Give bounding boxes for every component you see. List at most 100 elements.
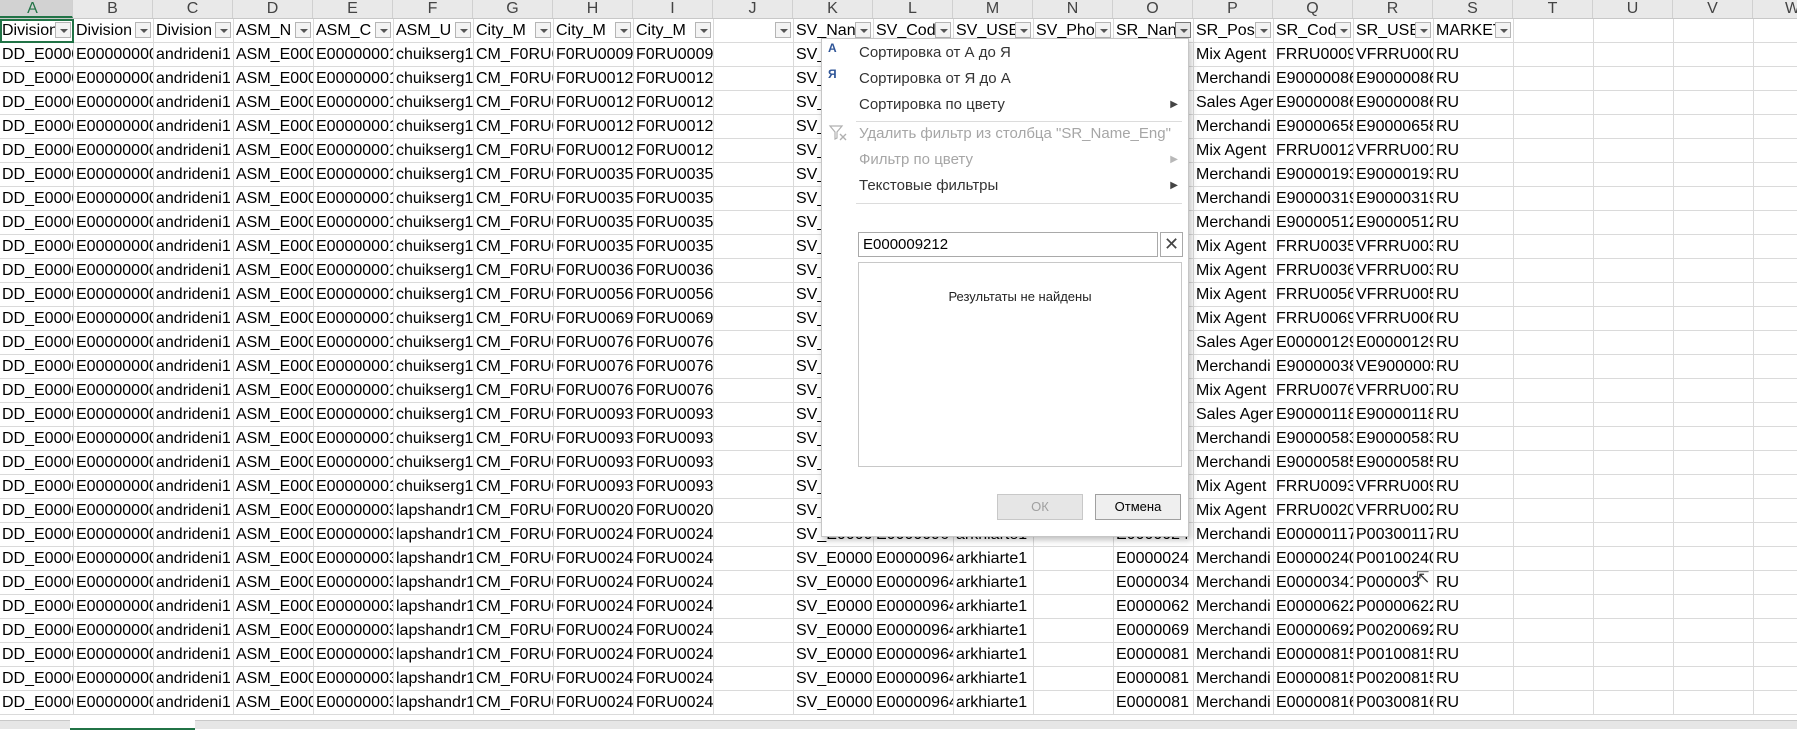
table-cell[interactable]: E90000583 bbox=[1274, 427, 1354, 451]
table-cell[interactable]: chuikserg1 bbox=[394, 139, 474, 163]
empty-cell[interactable] bbox=[1754, 427, 1797, 451]
table-cell[interactable]: E90000319 bbox=[1274, 187, 1354, 211]
table-cell[interactable]: E00000001 bbox=[314, 331, 394, 355]
table-cell[interactable]: F0RU0036 bbox=[554, 259, 634, 283]
filter-search-input[interactable] bbox=[859, 233, 1137, 256]
column-letter-u[interactable]: U bbox=[1593, 0, 1673, 18]
table-cell[interactable]: E0000034 bbox=[1114, 571, 1194, 595]
table-cell[interactable]: P00300816 bbox=[1354, 691, 1434, 715]
empty-cell[interactable] bbox=[1514, 139, 1594, 163]
table-cell[interactable]: Sales Agen bbox=[1194, 331, 1274, 355]
column-letter-s[interactable]: S bbox=[1433, 0, 1513, 18]
empty-cell[interactable] bbox=[1674, 19, 1754, 43]
table-cell[interactable]: ASM_E000 bbox=[234, 259, 314, 283]
clear-search-button[interactable]: ✕ bbox=[1160, 232, 1183, 257]
table-cell[interactable]: E00000000 bbox=[74, 691, 154, 715]
empty-cell[interactable] bbox=[1674, 595, 1754, 619]
column-letter-p[interactable]: P bbox=[1193, 0, 1273, 18]
empty-cell[interactable] bbox=[1514, 547, 1594, 571]
table-cell[interactable]: F0RU0024N1 bbox=[634, 667, 714, 691]
empty-cell[interactable] bbox=[1594, 595, 1674, 619]
table-cell[interactable]: F0RU0035M1 bbox=[634, 163, 714, 187]
table-cell[interactable]: VFRRU003 bbox=[1354, 235, 1434, 259]
table-cell[interactable]: E90000658 bbox=[1354, 115, 1434, 139]
table-cell[interactable]: andrideni1 bbox=[154, 259, 234, 283]
empty-cell[interactable] bbox=[1514, 211, 1594, 235]
column-letter-t[interactable]: T bbox=[1513, 0, 1593, 18]
table-cell[interactable]: F0RU0024 bbox=[554, 523, 634, 547]
table-cell[interactable]: CM_F0RU0 bbox=[474, 163, 554, 187]
empty-cell[interactable] bbox=[1594, 259, 1674, 283]
table-cell[interactable]: E00000964 bbox=[874, 691, 954, 715]
empty-cell[interactable] bbox=[1674, 427, 1754, 451]
empty-cell[interactable] bbox=[1594, 331, 1674, 355]
table-cell[interactable]: E00000000 bbox=[74, 307, 154, 331]
empty-cell[interactable] bbox=[1754, 91, 1797, 115]
empty-cell[interactable] bbox=[1754, 211, 1797, 235]
table-cell[interactable]: DD_E0000 bbox=[0, 379, 74, 403]
filter-dropdown-button[interactable] bbox=[935, 22, 951, 38]
table-cell[interactable]: CM_F0RU0 bbox=[474, 475, 554, 499]
empty-cell[interactable] bbox=[1674, 331, 1754, 355]
table-cell[interactable]: E90000512 bbox=[1354, 211, 1434, 235]
table-cell[interactable]: E00000003 bbox=[314, 547, 394, 571]
empty-cell[interactable] bbox=[1594, 355, 1674, 379]
empty-cell[interactable] bbox=[1514, 619, 1594, 643]
table-cell[interactable]: E00000003 bbox=[314, 571, 394, 595]
empty-cell[interactable] bbox=[1594, 667, 1674, 691]
table-cell[interactable]: F0RU0093 bbox=[554, 403, 634, 427]
text-filters-item[interactable]: Текстовые фильтры ▶ bbox=[822, 172, 1188, 200]
table-cell[interactable]: Merchandi bbox=[1194, 691, 1274, 715]
table-cell[interactable]: lapshandr1 bbox=[394, 523, 474, 547]
empty-cell[interactable] bbox=[1594, 643, 1674, 667]
empty-cell[interactable] bbox=[1594, 451, 1674, 475]
empty-cell[interactable] bbox=[1514, 523, 1594, 547]
table-cell[interactable]: Merchandi bbox=[1194, 187, 1274, 211]
table-cell[interactable]: chuikserg1 bbox=[394, 427, 474, 451]
filter-dropdown-button[interactable] bbox=[1495, 22, 1511, 38]
table-cell[interactable]: F0RU0093 bbox=[554, 475, 634, 499]
table-cell[interactable]: andrideni1 bbox=[154, 451, 234, 475]
table-cell[interactable]: ASM_E000 bbox=[234, 379, 314, 403]
empty-cell[interactable] bbox=[1514, 283, 1594, 307]
table-cell[interactable]: CM_F0RU0 bbox=[474, 427, 554, 451]
table-cell[interactable]: E00000003 bbox=[314, 499, 394, 523]
table-cell[interactable]: E00000000 bbox=[74, 211, 154, 235]
empty-cell[interactable] bbox=[1594, 619, 1674, 643]
table-cell[interactable]: E00000240 bbox=[1274, 547, 1354, 571]
table-cell[interactable]: E90000583 bbox=[1354, 427, 1434, 451]
table-cell[interactable]: E90000658 bbox=[1274, 115, 1354, 139]
empty-cell[interactable] bbox=[1594, 283, 1674, 307]
table-cell[interactable]: F0RU0012M1 bbox=[634, 67, 714, 91]
empty-cell[interactable] bbox=[1754, 667, 1797, 691]
table-cell[interactable]: chuikserg1 bbox=[394, 259, 474, 283]
table-cell[interactable]: chuikserg1 bbox=[394, 403, 474, 427]
table-cell[interactable]: F0RU0024N1 bbox=[634, 571, 714, 595]
table-cell[interactable]: F0RU0024 bbox=[554, 691, 634, 715]
table-cell[interactable]: chuikserg1 bbox=[394, 211, 474, 235]
table-cell[interactable]: FRRU0036 bbox=[1274, 259, 1354, 283]
header-cell[interactable]: SR_Cod bbox=[1274, 19, 1354, 43]
table-cell[interactable]: andrideni1 bbox=[154, 211, 234, 235]
table-cell[interactable]: ASM_E000 bbox=[234, 691, 314, 715]
empty-cell[interactable] bbox=[1594, 427, 1674, 451]
table-cell[interactable]: P00000622 bbox=[1354, 595, 1434, 619]
table-cell[interactable]: andrideni1 bbox=[154, 595, 234, 619]
table-cell[interactable]: Merchandi bbox=[1194, 355, 1274, 379]
empty-cell[interactable] bbox=[1514, 43, 1594, 67]
table-cell[interactable] bbox=[714, 187, 794, 211]
table-cell[interactable]: F0RU0024N1 bbox=[634, 643, 714, 667]
table-cell[interactable]: RU bbox=[1434, 91, 1514, 115]
table-cell[interactable]: CM_F0RU0 bbox=[474, 331, 554, 355]
table-cell[interactable]: DD_E0000 bbox=[0, 211, 74, 235]
table-cell[interactable]: E00000000 bbox=[74, 667, 154, 691]
empty-cell[interactable] bbox=[1594, 139, 1674, 163]
table-cell[interactable]: RU bbox=[1434, 115, 1514, 139]
table-cell[interactable]: VFRRU009 bbox=[1354, 475, 1434, 499]
empty-cell[interactable] bbox=[1514, 187, 1594, 211]
filter-dropdown-button[interactable] bbox=[695, 22, 711, 38]
table-cell[interactable]: ASM_E000 bbox=[234, 211, 314, 235]
table-cell[interactable]: DD_E0000 bbox=[0, 403, 74, 427]
filter-dropdown-button[interactable] bbox=[455, 22, 471, 38]
table-cell[interactable]: RU bbox=[1434, 259, 1514, 283]
